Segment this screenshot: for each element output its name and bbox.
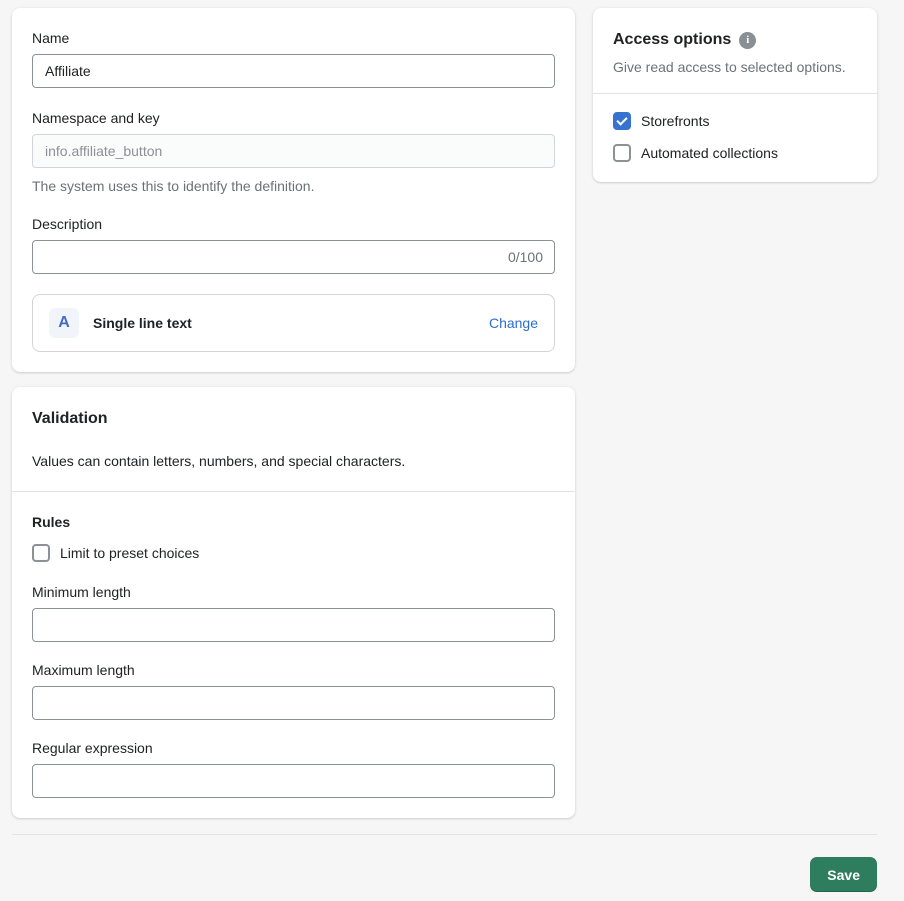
save-button[interactable]: Save xyxy=(810,857,877,892)
limit-preset-checkbox[interactable] xyxy=(32,544,50,562)
access-options-title: Access options xyxy=(613,31,732,48)
limit-preset-choices-row[interactable]: Limit to preset choices xyxy=(32,544,555,562)
regex-label: Regular expression xyxy=(32,740,153,756)
limit-preset-label: Limit to preset choices xyxy=(60,545,200,561)
validation-subtitle: Values can contain letters, numbers, and… xyxy=(32,453,406,469)
access-options-subtitle: Give read access to selected options. xyxy=(613,59,846,75)
min-length-input[interactable] xyxy=(32,608,555,642)
name-group: Name xyxy=(32,28,555,88)
storefronts-row[interactable]: Storefronts xyxy=(613,112,857,130)
min-length-label: Minimum length xyxy=(32,584,131,600)
description-group: Description 0/100 xyxy=(32,214,555,274)
definition-card-section: Name Namespace and key The system uses t… xyxy=(12,8,575,372)
automated-collections-checkbox[interactable] xyxy=(613,144,631,162)
description-input[interactable] xyxy=(32,240,555,274)
footer: Save xyxy=(12,835,877,892)
name-label: Name xyxy=(32,30,70,46)
automated-collections-row[interactable]: Automated collections xyxy=(613,144,857,162)
content-columns: Name Namespace and key The system uses t… xyxy=(12,8,877,818)
rules-label: Rules xyxy=(32,514,71,530)
access-options-list: Storefronts Automated collections xyxy=(593,94,877,182)
regex-input[interactable] xyxy=(32,764,555,798)
single-line-text-icon: A xyxy=(49,308,79,338)
access-options-header: Access options Give read access to selec… xyxy=(593,8,877,93)
max-length-label: Maximum length xyxy=(32,662,135,678)
info-icon[interactable] xyxy=(739,31,757,49)
namespace-label: Namespace and key xyxy=(32,110,160,126)
access-title-row: Access options xyxy=(613,28,857,52)
right-column: Access options Give read access to selec… xyxy=(593,8,877,182)
change-type-link[interactable]: Change xyxy=(489,315,538,331)
regex-group: Regular expression xyxy=(32,738,555,798)
left-column: Name Namespace and key The system uses t… xyxy=(12,8,575,818)
min-length-group: Minimum length xyxy=(32,582,555,642)
storefronts-label: Storefronts xyxy=(641,113,710,129)
namespace-group: Namespace and key The system uses this t… xyxy=(32,108,555,196)
validation-card: Validation Values can contain letters, n… xyxy=(12,387,575,818)
page: Name Namespace and key The system uses t… xyxy=(0,0,904,892)
name-input[interactable] xyxy=(32,54,555,88)
definition-card: Name Namespace and key The system uses t… xyxy=(12,8,575,372)
namespace-input xyxy=(32,134,555,168)
description-input-wrapper: 0/100 xyxy=(32,240,555,274)
access-options-card: Access options Give read access to selec… xyxy=(593,8,877,182)
content-type-label: Single line text xyxy=(93,315,192,331)
max-length-input[interactable] xyxy=(32,686,555,720)
validation-title: Validation xyxy=(32,410,108,427)
validation-header-section: Validation Values can contain letters, n… xyxy=(12,387,575,491)
description-label: Description xyxy=(32,216,103,232)
max-length-group: Maximum length xyxy=(32,660,555,720)
content-type-selector: A Single line text Change xyxy=(32,294,555,352)
storefronts-checkbox[interactable] xyxy=(613,112,631,130)
automated-collections-label: Automated collections xyxy=(641,145,778,161)
validation-rules-section: Rules Limit to preset choices Minimum le… xyxy=(12,492,575,818)
namespace-help-text: The system uses this to identify the def… xyxy=(32,178,315,194)
